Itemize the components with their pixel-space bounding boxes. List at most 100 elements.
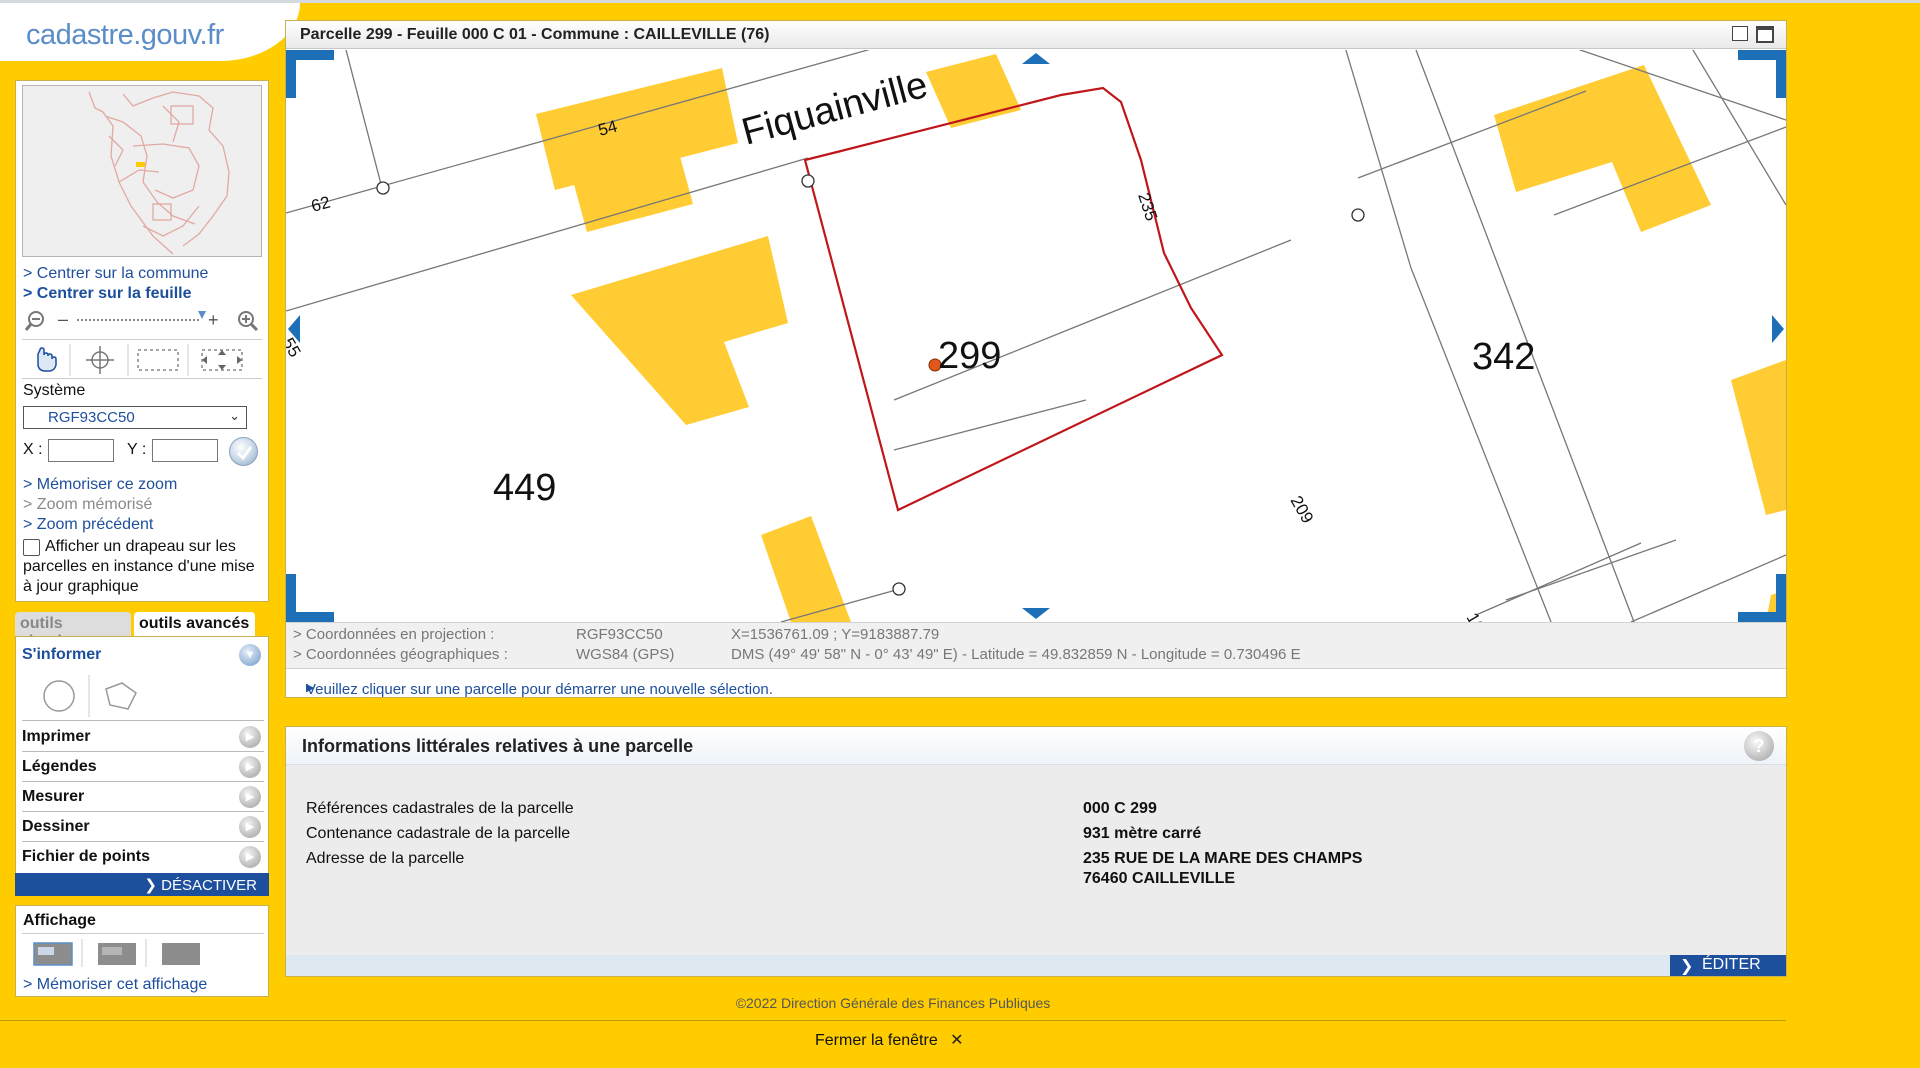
copyright: ©2022 Direction Générale des Finances Pu…	[735, 995, 1051, 1011]
parcel-boundary-line	[1505, 539, 1677, 601]
tool-legendes[interactable]: Légendes ▶	[22, 753, 264, 782]
pan-south-arrow[interactable]	[1022, 608, 1050, 619]
street-name-label: Fiquainville	[737, 64, 931, 154]
info-label-references: Références cadastrales de la parcelle	[306, 800, 574, 817]
overview-map[interactable]	[22, 85, 262, 257]
x-coordinate-input[interactable]	[48, 439, 114, 462]
tab-simple-tools[interactable]: outils simples	[15, 612, 131, 650]
zoom-box-icon[interactable]	[137, 349, 179, 371]
tool-legendes-label: Légendes	[22, 758, 97, 775]
center-feuille-label: Centrer sur la feuille	[36, 285, 192, 302]
boundary-marker	[376, 181, 390, 195]
building	[1731, 360, 1786, 515]
memorize-display-link[interactable]: > Mémoriser cet affichage	[23, 976, 207, 994]
maximize-window-icon[interactable]	[1756, 26, 1774, 43]
tool-sinformer-label: S'informer	[22, 646, 102, 663]
memorize-zoom-link[interactable]: > Mémoriser ce zoom	[23, 476, 177, 494]
overview-map-drawing	[88, 91, 230, 255]
close-window-link[interactable]: Fermer la fenêtre ✕	[815, 1030, 964, 1050]
zoom-extent-icon[interactable]	[201, 349, 243, 371]
restore-window-icon[interactable]	[1732, 26, 1748, 41]
system-select-value: RGF93CC50	[48, 409, 135, 426]
pan-east-arrow[interactable]	[1772, 315, 1784, 343]
geographic-system: WGS84 (GPS)	[576, 646, 675, 663]
pan-north-arrow[interactable]	[1022, 53, 1050, 64]
projection-value: X=1536761.09 ; Y=9183887.79	[731, 626, 940, 643]
footer-divider	[0, 1020, 1786, 1021]
parcel-boundary-line	[893, 399, 1087, 451]
tool-dessiner-label: Dessiner	[22, 818, 90, 835]
validate-coordinates-button[interactable]	[229, 437, 258, 466]
parcel-boundary-line	[345, 50, 383, 189]
display-title: Affichage	[23, 912, 96, 929]
header-logo-band: cadastre.gouv.fr	[0, 3, 300, 61]
tool-dessiner[interactable]: Dessiner ▶	[22, 813, 264, 842]
map-tools-row	[22, 339, 262, 379]
display-layout-1-icon[interactable]	[33, 942, 73, 966]
boundary-marker	[1351, 208, 1365, 222]
center-target-icon[interactable]	[86, 346, 114, 374]
geographic-value: DMS (49° 49' 58" N - 0° 43' 49" E) - Lat…	[731, 646, 1301, 663]
corner-bracket	[1738, 50, 1786, 60]
chevron-right-icon: ❯	[144, 877, 157, 894]
circle-selection-icon[interactable]	[43, 680, 75, 712]
tool-imprimer[interactable]: Imprimer ▶	[22, 723, 264, 752]
checkmark-icon	[236, 446, 253, 461]
info-value-address-city: 76460 CAILLEVILLE	[1083, 870, 1236, 887]
play-arrow-icon: ▶	[239, 786, 261, 808]
corner-bracket	[1738, 612, 1786, 622]
map-title: Parcelle 299 - Feuille 000 C 01 - Commun…	[300, 26, 770, 43]
info-label-contenance: Contenance cadastrale de la parcelle	[306, 825, 571, 842]
system-select[interactable]: RGF93CC50 ⌄	[23, 406, 247, 429]
tool-mesurer[interactable]: Mesurer ▶	[22, 783, 264, 812]
center-commune-label: Centrer sur la commune	[36, 265, 209, 282]
play-arrow-icon: ▶	[239, 816, 261, 838]
edit-label: ÉDITER	[1702, 956, 1761, 973]
display-layout-3-icon[interactable]	[162, 943, 200, 965]
boundary-number-209: 209	[1287, 493, 1318, 527]
x-label: X :	[23, 441, 43, 458]
play-arrow-icon: ▶	[239, 846, 261, 868]
y-coordinate-input[interactable]	[152, 439, 218, 462]
y-label: Y :	[127, 441, 147, 458]
boundary-number-62: 62	[309, 193, 332, 216]
parcel-info-footer	[286, 955, 1786, 976]
building	[1494, 65, 1711, 232]
zoom-slider-handle[interactable]	[198, 311, 206, 319]
zoom-plus-icon[interactable]: +	[208, 310, 219, 330]
zoom-out-icon[interactable]	[24, 311, 44, 331]
info-selection-tools	[22, 671, 264, 721]
display-layout-2-icon[interactable]	[98, 943, 136, 965]
play-arrow-icon: ▶	[239, 756, 261, 778]
tool-mesurer-label: Mesurer	[22, 788, 85, 805]
memorized-zoom-link: > Zoom mémorisé	[23, 496, 153, 513]
zoom-minus-icon[interactable]: –	[58, 309, 68, 329]
projection-system: RGF93CC50	[576, 626, 663, 643]
zoom-in-icon[interactable]	[238, 311, 259, 332]
sidebar-navigation: > Centrer sur la commune > Centrer sur l…	[15, 80, 269, 602]
pan-hand-icon[interactable]	[37, 347, 57, 372]
previous-zoom-link[interactable]: > Zoom précédent	[23, 516, 153, 534]
site-logo[interactable]: cadastre.gouv.fr	[26, 19, 224, 52]
map-titlebar: Parcelle 299 - Feuille 000 C 01 - Commun…	[286, 21, 1786, 49]
tool-sinformer[interactable]: S'informer ▼	[22, 641, 264, 670]
polygon-selection-icon[interactable]	[105, 682, 137, 710]
boundary-marker	[801, 174, 815, 188]
center-commune-link[interactable]: > Centrer sur la commune	[23, 265, 208, 283]
memorize-zoom-label: Mémoriser ce zoom	[36, 476, 178, 493]
deactivate-button[interactable]: ❯ DÉSACTIVER	[15, 873, 269, 896]
corner-bracket	[286, 612, 334, 622]
cadastral-map[interactable]: Fiquainville 299 342 449 54 62 235 209 5…	[286, 50, 1786, 622]
projection-label: > Coordonnées en projection :	[293, 626, 495, 643]
tool-fichier-points[interactable]: Fichier de points ▶	[22, 843, 264, 872]
parcel-boundary-line	[1410, 267, 1552, 622]
selected-parcel-outline[interactable]	[803, 86, 1224, 512]
center-feuille-link[interactable]: > Centrer sur la feuille	[23, 285, 192, 303]
tool-imprimer-label: Imprimer	[22, 728, 91, 745]
help-icon[interactable]: ?	[1744, 731, 1774, 761]
tab-advanced-tools[interactable]: outils avancés	[134, 612, 255, 636]
info-value-references: 000 C 299	[1083, 800, 1157, 817]
zoom-control: – +	[22, 307, 262, 335]
edit-button[interactable]: ❯ ÉDITER	[1670, 955, 1786, 976]
deactivate-label: DÉSACTIVER	[161, 877, 257, 894]
